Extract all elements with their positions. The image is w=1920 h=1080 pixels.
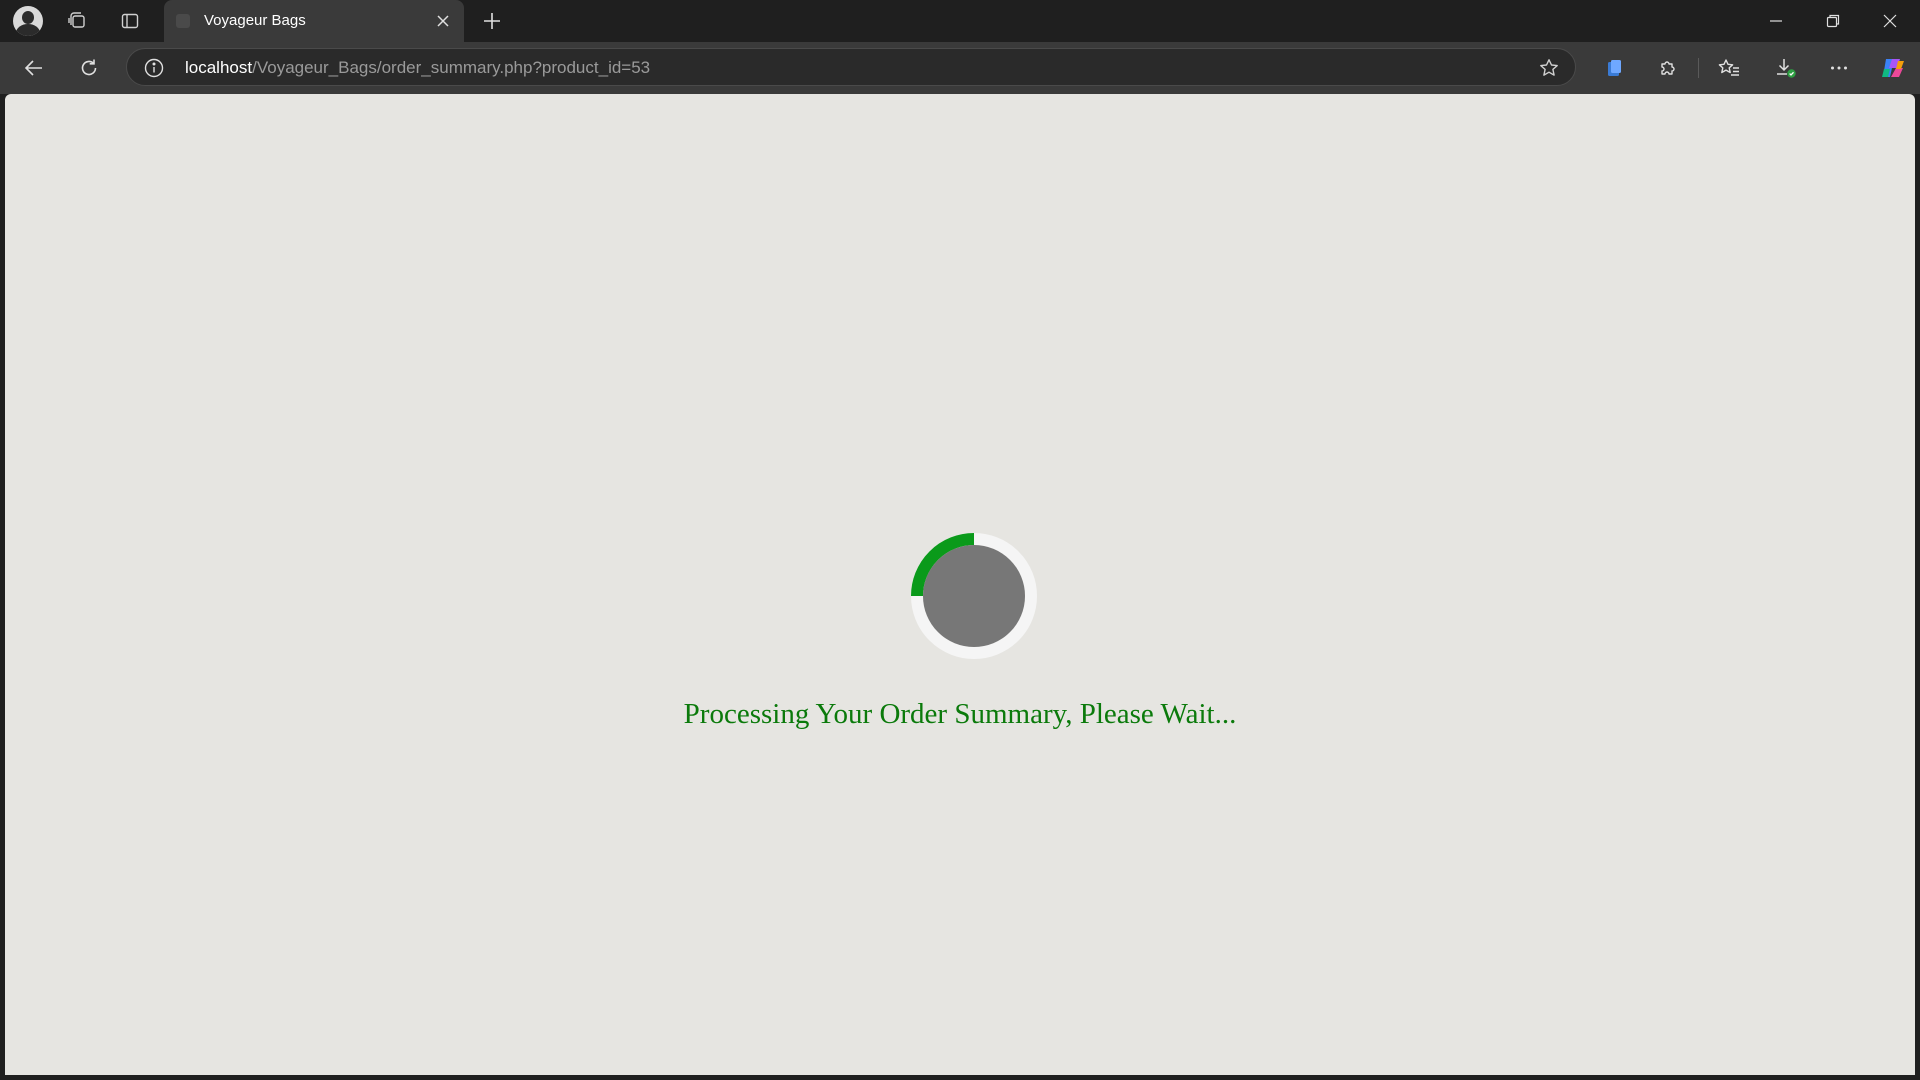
profile-avatar-icon [13, 6, 43, 36]
close-window-icon [1883, 14, 1897, 28]
puzzle-icon [1661, 61, 1675, 75]
navigation-toolbar: localhost/Voyageur_Bags/order_summary.ph… [0, 42, 1920, 94]
collections-button[interactable] [1596, 50, 1632, 86]
active-tab[interactable]: Voyageur Bags [164, 0, 464, 42]
minimize-icon [1770, 20, 1782, 22]
close-icon [437, 15, 449, 27]
info-icon [144, 58, 164, 78]
loading-spinner [911, 533, 1037, 659]
minimize-button[interactable] [1748, 0, 1804, 42]
refresh-button[interactable] [71, 50, 107, 86]
back-arrow-icon [24, 60, 42, 76]
collections-icon [1608, 60, 1621, 76]
toolbar-separator [1698, 58, 1699, 78]
url-text: localhost/Voyageur_Bags/order_summary.ph… [185, 58, 650, 78]
download-icon [1777, 59, 1796, 78]
downloads-button[interactable] [1768, 50, 1804, 86]
tab-close-button[interactable] [432, 10, 454, 32]
more-dots-icon [1831, 66, 1847, 70]
tab-title: Voyageur Bags [204, 12, 306, 29]
back-button[interactable] [16, 50, 52, 86]
new-tab-button[interactable] [476, 6, 508, 36]
extensions-button[interactable] [1650, 50, 1686, 86]
workspaces-icon [68, 12, 85, 28]
browser-window: Voyageur Bags localhost/Voyageur_Bags/or… [0, 0, 1920, 1080]
profile-button[interactable] [12, 6, 44, 36]
close-window-button[interactable] [1862, 0, 1918, 42]
page-viewport: Processing Your Order Summary, Please Wa… [5, 94, 1915, 1075]
vertical-tabs-button[interactable] [114, 6, 146, 36]
restore-icon [1826, 14, 1840, 28]
spinner-center [923, 545, 1025, 647]
tab-favicon-icon [176, 14, 190, 28]
vertical-tabs-icon [121, 13, 139, 29]
restore-button[interactable] [1805, 0, 1861, 42]
favorites-list-icon [1718, 59, 1739, 76]
address-bar[interactable]: localhost/Voyageur_Bags/order_summary.ph… [126, 48, 1576, 86]
processing-status-text: Processing Your Order Summary, Please Wa… [683, 698, 1237, 730]
add-favorite-button[interactable] [1537, 56, 1561, 80]
copilot-icon [1882, 59, 1904, 77]
workspaces-button[interactable] [61, 6, 93, 36]
refresh-icon [81, 59, 97, 76]
plus-icon [484, 13, 500, 29]
tab-bar: Voyageur Bags [0, 0, 1920, 42]
url-path: /Voyageur_Bags/order_summary.php?product… [252, 58, 651, 77]
star-icon [1540, 59, 1558, 76]
favorites-button[interactable] [1711, 50, 1747, 86]
more-options-button[interactable] [1821, 50, 1857, 86]
copilot-button[interactable] [1875, 50, 1911, 86]
site-info-button[interactable] [143, 57, 165, 79]
url-host: localhost [185, 58, 253, 77]
